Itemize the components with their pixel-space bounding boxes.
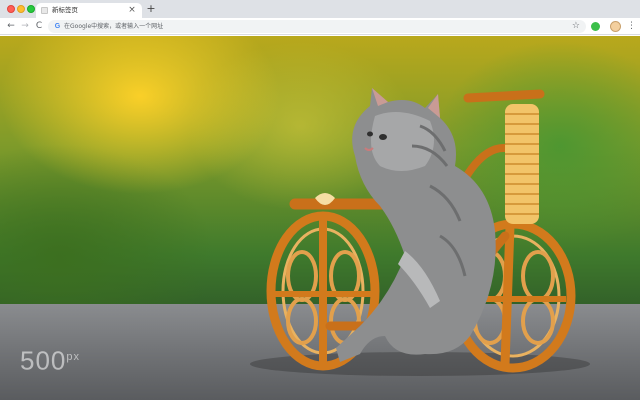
- wicker-handlebar-column: [505, 104, 539, 224]
- browser-toolbar: ← → C G 在Google中搜索，或者输入一个网址 ☆: [0, 18, 640, 35]
- profile-avatar-icon[interactable]: [610, 21, 621, 32]
- page-icon: [41, 7, 48, 14]
- extension-icon[interactable]: [591, 22, 600, 31]
- zoom-window-button[interactable]: [27, 5, 35, 13]
- minimize-window-button[interactable]: [17, 5, 25, 13]
- kitten-bicycle-illustration: [250, 88, 590, 376]
- watermark-text: 500: [20, 345, 67, 376]
- menu-icon[interactable]: ⋮: [627, 19, 636, 33]
- tab-title: 新标签页: [52, 6, 78, 14]
- watermark-sup-text: px: [66, 351, 81, 363]
- reload-icon[interactable]: C: [33, 20, 45, 32]
- forward-arrow-icon[interactable]: →: [19, 20, 31, 32]
- close-tab-icon[interactable]: ×: [127, 4, 137, 16]
- title-bar: 新标签页 × +: [0, 0, 640, 18]
- address-bar[interactable]: G 在Google中搜索，或者输入一个网址 ☆: [48, 20, 586, 33]
- close-window-button[interactable]: [7, 5, 15, 13]
- new-tab-wallpaper: 500px: [0, 36, 640, 400]
- tab-new-tab[interactable]: 新标签页 ×: [36, 3, 142, 18]
- 500px-watermark: 500px: [20, 342, 80, 376]
- bookmark-star-icon[interactable]: ☆: [572, 20, 580, 33]
- google-icon: G: [54, 23, 61, 30]
- back-arrow-icon[interactable]: ←: [5, 20, 17, 32]
- new-tab-button[interactable]: +: [145, 3, 157, 15]
- address-bar-placeholder: 在Google中搜索，或者输入一个网址: [64, 23, 164, 30]
